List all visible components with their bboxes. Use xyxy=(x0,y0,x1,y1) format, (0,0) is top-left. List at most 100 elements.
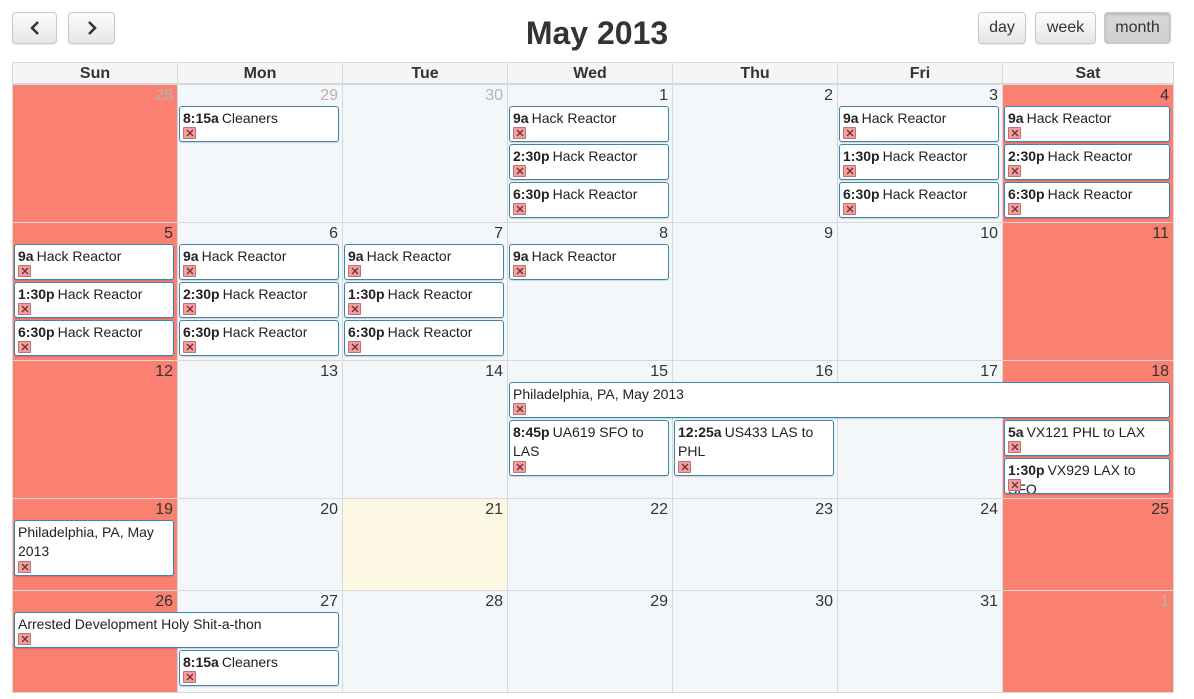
calendar-event[interactable]: 1:30p Hack Reactor xyxy=(839,144,999,180)
day-cell[interactable]: 29 xyxy=(507,590,673,693)
event-title: Arrested Development Holy Shit-a-thon xyxy=(18,616,262,632)
calendar-event[interactable]: 6:30p Hack Reactor xyxy=(344,320,504,356)
day-cell[interactable]: 29 xyxy=(177,84,343,223)
calendar-event[interactable]: Philadelphia, PA, May 2013 xyxy=(509,382,1170,418)
calendar-event[interactable]: 8:15a Cleaners xyxy=(179,106,339,142)
day-cell[interactable]: 12 xyxy=(12,360,178,499)
delete-event-icon[interactable] xyxy=(348,341,361,353)
calendar-event[interactable]: 8:45p UA619 SFO to LAS xyxy=(509,420,669,476)
day-cell[interactable]: 30 xyxy=(342,84,508,223)
delete-event-icon[interactable] xyxy=(183,671,196,683)
event-time: 6:30p xyxy=(183,324,220,340)
delete-event-icon[interactable] xyxy=(843,165,856,177)
event-time: 9a xyxy=(183,248,199,264)
day-number: 31 xyxy=(980,593,998,610)
day-cell[interactable]: 23 xyxy=(672,498,838,591)
day-cell[interactable]: 31 xyxy=(837,590,1003,693)
delete-event-icon[interactable] xyxy=(1008,203,1021,215)
delete-event-icon[interactable] xyxy=(843,127,856,139)
delete-event-icon[interactable] xyxy=(678,461,691,473)
delete-event-icon[interactable] xyxy=(18,265,31,277)
day-cell[interactable]: 11 xyxy=(1002,222,1174,361)
delete-event-icon[interactable] xyxy=(18,561,31,573)
day-cell[interactable]: 9 xyxy=(672,222,838,361)
delete-event-icon[interactable] xyxy=(183,127,196,139)
event-title: Cleaners xyxy=(221,654,278,670)
event-title: Philadelphia, PA, May 2013 xyxy=(18,524,154,559)
delete-event-icon[interactable] xyxy=(513,265,526,277)
day-cell[interactable]: 10 xyxy=(837,222,1003,361)
delete-event-icon[interactable] xyxy=(513,127,526,139)
day-cell[interactable]: 28 xyxy=(12,84,178,223)
delete-event-icon[interactable] xyxy=(1008,127,1021,139)
calendar-event[interactable]: 9a Hack Reactor xyxy=(344,244,504,280)
calendar-event[interactable]: 2:30p Hack Reactor xyxy=(509,144,669,180)
delete-event-icon[interactable] xyxy=(513,403,526,415)
day-cell[interactable]: 30 xyxy=(672,590,838,693)
calendar-event[interactable]: Philadelphia, PA, May 2013 xyxy=(14,520,174,576)
day-number: 15 xyxy=(650,363,668,380)
calendar-event[interactable]: 1:30p VX929 LAX to SFO xyxy=(1004,458,1170,494)
day-cell[interactable]: 13 xyxy=(177,360,343,499)
delete-event-icon[interactable] xyxy=(18,341,31,353)
week-view-button[interactable]: week xyxy=(1035,12,1096,44)
calendar-event[interactable]: 6:30p Hack Reactor xyxy=(179,320,339,356)
calendar-event[interactable]: 6:30p Hack Reactor xyxy=(1004,182,1170,218)
month-view-button[interactable]: month xyxy=(1104,12,1171,44)
day-cell[interactable]: 17 xyxy=(837,360,1003,499)
calendar-event[interactable]: 1:30p Hack Reactor xyxy=(14,282,174,318)
day-cell[interactable]: 24 xyxy=(837,498,1003,591)
event-time: 9a xyxy=(18,248,34,264)
day-number: 8 xyxy=(659,225,668,242)
calendar-event[interactable]: 12:25a US433 LAS to PHL xyxy=(674,420,834,476)
calendar-event[interactable]: 9a Hack Reactor xyxy=(509,106,669,142)
day-cell[interactable]: 8 xyxy=(507,222,673,361)
delete-event-icon[interactable] xyxy=(513,203,526,215)
calendar-event[interactable]: 9a Hack Reactor xyxy=(14,244,174,280)
day-number: 28 xyxy=(485,593,503,610)
event-time: 2:30p xyxy=(513,148,550,164)
day-cell[interactable]: 1 xyxy=(1002,590,1174,693)
calendar-event[interactable]: 8:15a Cleaners xyxy=(179,650,339,686)
day-number: 1 xyxy=(1160,593,1169,610)
calendar-event[interactable]: Arrested Development Holy Shit-a-thon xyxy=(14,612,339,648)
calendar-event[interactable]: 9a Hack Reactor xyxy=(1004,106,1170,142)
calendar-event[interactable]: 9a Hack Reactor xyxy=(509,244,669,280)
day-number: 29 xyxy=(320,87,338,104)
calendar-event[interactable]: 6:30p Hack Reactor xyxy=(14,320,174,356)
day-cell[interactable]: 14 xyxy=(342,360,508,499)
delete-event-icon[interactable] xyxy=(1008,479,1021,491)
day-cell[interactable]: 25 xyxy=(1002,498,1174,591)
delete-event-icon[interactable] xyxy=(1008,441,1021,453)
day-number: 9 xyxy=(824,225,833,242)
weekday-header-fri: Fri xyxy=(837,62,1003,84)
delete-event-icon[interactable] xyxy=(18,633,31,645)
day-cell[interactable]: 2 xyxy=(672,84,838,223)
day-cell[interactable]: 28 xyxy=(342,590,508,693)
delete-event-icon[interactable] xyxy=(1008,165,1021,177)
delete-event-icon[interactable] xyxy=(348,265,361,277)
calendar-event[interactable]: 6:30p Hack Reactor xyxy=(839,182,999,218)
calendar-event[interactable]: 1:30p Hack Reactor xyxy=(344,282,504,318)
delete-event-icon[interactable] xyxy=(183,341,196,353)
delete-event-icon[interactable] xyxy=(348,303,361,315)
day-cell[interactable]: 20 xyxy=(177,498,343,591)
event-time: 6:30p xyxy=(348,324,385,340)
day-number: 12 xyxy=(155,363,173,380)
day-cell[interactable]: 22 xyxy=(507,498,673,591)
calendar-event[interactable]: 5a VX121 PHL to LAX xyxy=(1004,420,1170,456)
delete-event-icon[interactable] xyxy=(843,203,856,215)
calendar-event[interactable]: 2:30p Hack Reactor xyxy=(1004,144,1170,180)
calendar-event[interactable]: 9a Hack Reactor xyxy=(179,244,339,280)
delete-event-icon[interactable] xyxy=(513,165,526,177)
day-view-button[interactable]: day xyxy=(978,12,1026,44)
day-number: 5 xyxy=(164,225,173,242)
delete-event-icon[interactable] xyxy=(183,303,196,315)
calendar-event[interactable]: 6:30p Hack Reactor xyxy=(509,182,669,218)
delete-event-icon[interactable] xyxy=(18,303,31,315)
day-cell[interactable]: 21 xyxy=(342,498,508,591)
calendar-event[interactable]: 2:30p Hack Reactor xyxy=(179,282,339,318)
calendar-event[interactable]: 9a Hack Reactor xyxy=(839,106,999,142)
delete-event-icon[interactable] xyxy=(183,265,196,277)
delete-event-icon[interactable] xyxy=(513,461,526,473)
